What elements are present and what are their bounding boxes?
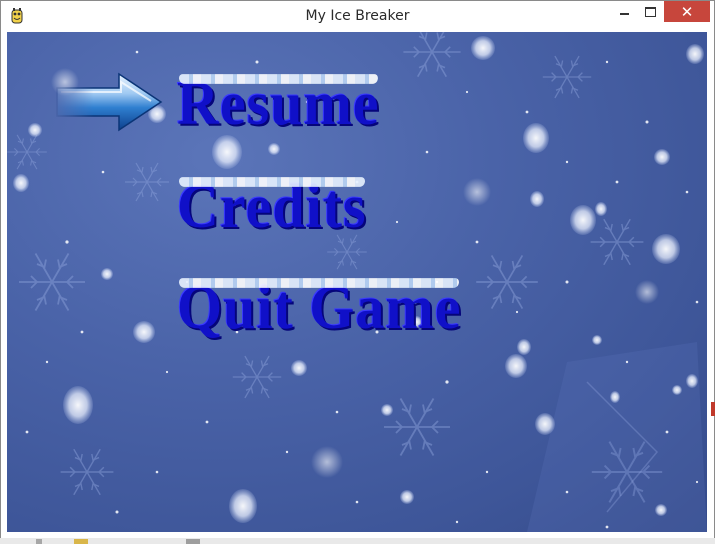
game-canvas[interactable]: Resume Credits Quit Game (7, 32, 707, 532)
taskbar-strip (0, 538, 715, 544)
background-window-edge (711, 402, 715, 416)
window-title: My Ice Breaker (305, 8, 410, 24)
menu-item-credits[interactable]: Credits (177, 174, 367, 238)
maximize-button[interactable] (637, 1, 663, 22)
ice-arrow-icon (56, 72, 163, 132)
minimize-button[interactable] (611, 1, 637, 22)
close-icon: ✕ (680, 2, 694, 21)
taskbar-icon[interactable] (186, 539, 200, 544)
menu-item-quit-game[interactable]: Quit Game (177, 275, 461, 339)
maximize-icon (644, 6, 656, 17)
menu-item-resume[interactable]: Resume (177, 71, 380, 135)
close-button[interactable]: ✕ (664, 1, 710, 22)
taskbar-icon[interactable] (36, 539, 42, 544)
taskbar-folder-icon[interactable] (74, 539, 88, 544)
title-bar[interactable]: My Ice Breaker ✕ (1, 1, 714, 32)
game-window: My Ice Breaker ✕ Resume Credits Quit Gam… (0, 0, 715, 540)
minimize-icon (619, 13, 629, 15)
